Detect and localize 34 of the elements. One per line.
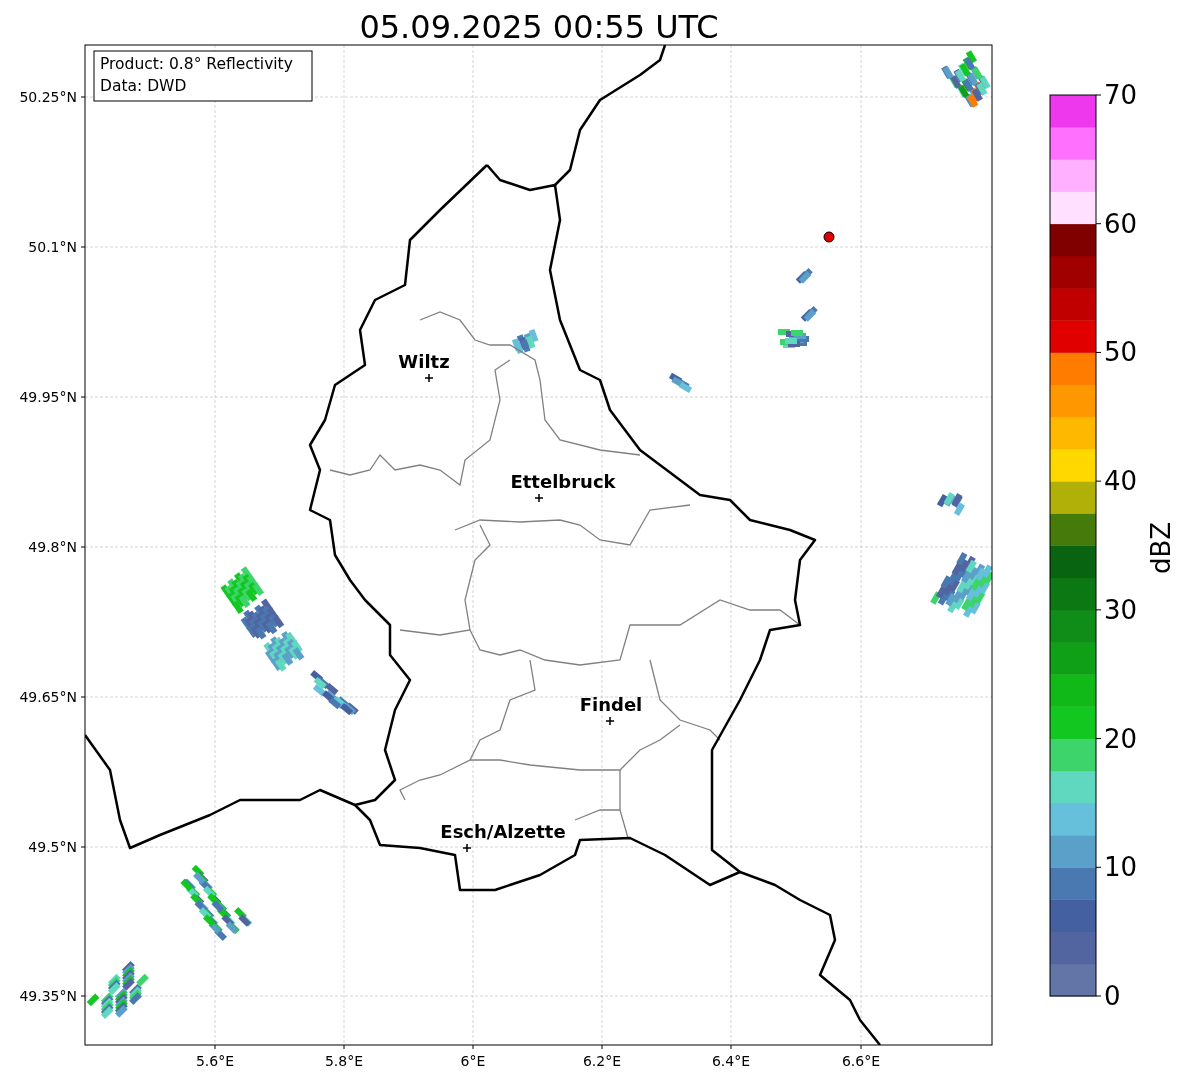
axis-tick-label: 50.25°N [19, 89, 77, 105]
axis-tick-label: 6.6°E [841, 1053, 881, 1069]
axis-tick-label: 6.2°E [582, 1053, 622, 1069]
cross-marker-icon [424, 373, 434, 383]
colorbar-label: dBZ [1146, 521, 1176, 575]
axis-tick-label: 6°E [460, 1053, 486, 1069]
axis-tick-label: 49.65°N [19, 689, 77, 705]
axis-tick-label: 50.1°N [28, 239, 77, 255]
place-label: Ettelbruck [510, 471, 616, 492]
chart-title: 05.09.2025 00:55 UTC [359, 8, 719, 46]
colorbar-tick-label: 30 [1104, 594, 1138, 625]
cross-marker-icon [605, 716, 615, 726]
colorbar-tick-label: 50 [1104, 337, 1138, 368]
place-label: Findel [579, 694, 643, 715]
info-text: Data: DWD [100, 77, 187, 95]
colorbar-tick-label: 10 [1104, 852, 1138, 883]
colorbar-tick-label: 0 [1104, 981, 1121, 1011]
info-text: Product: 0.8° Reflectivity [100, 55, 293, 73]
location-dot-icon [823, 231, 835, 243]
axis-tick-label: 49.35°N [19, 988, 77, 1004]
axis-tick-label: 5.6°E [195, 1053, 235, 1069]
place-label: Wiltz [398, 351, 450, 372]
axis-tick-label: 5.8°E [324, 1053, 364, 1069]
colorbar-tick-label: 40 [1104, 466, 1138, 497]
axis-tick-label: 6.4°E [711, 1053, 751, 1069]
cross-marker-icon [534, 493, 544, 503]
axis-tick-label: 49.8°N [28, 539, 77, 555]
axis-tick-label: 49.95°N [19, 389, 77, 405]
colorbar-tick-label: 70 [1104, 80, 1138, 110]
cross-marker-icon [462, 843, 472, 853]
colorbar-tick-label: 20 [1104, 723, 1138, 754]
colorbar-tick-label: 60 [1104, 208, 1138, 239]
axis-tick-label: 49.5°N [28, 839, 77, 855]
place-label: Esch/Alzette [440, 821, 566, 842]
